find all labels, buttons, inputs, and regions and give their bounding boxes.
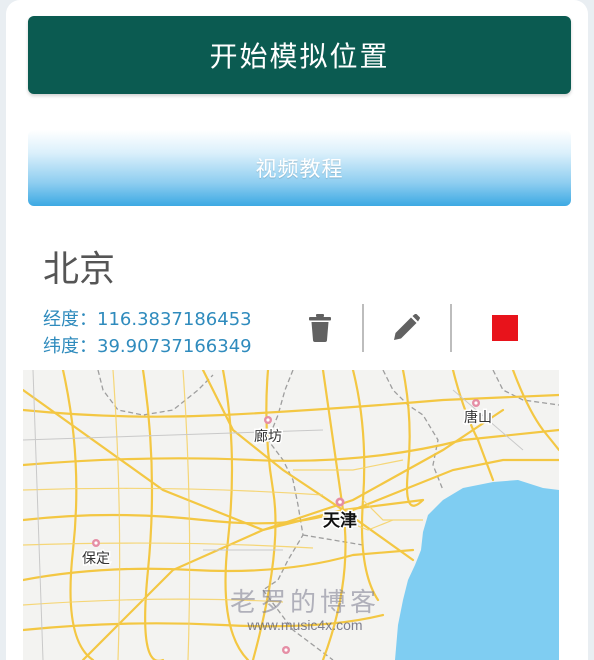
pencil-icon xyxy=(394,314,420,340)
latitude-row: 纬度：39.90737166349 xyxy=(43,333,252,360)
delete-button[interactable] xyxy=(292,302,348,354)
stop-button[interactable] xyxy=(477,302,533,354)
map-label-langfang: 廊坊 xyxy=(254,428,282,445)
map-label-tianjin: 天津 xyxy=(323,510,357,531)
trash-icon xyxy=(309,314,331,342)
stop-square-icon xyxy=(492,315,518,341)
longitude-row: 经度：116.3837186453 xyxy=(43,306,252,333)
action-divider xyxy=(362,304,364,352)
coordinates: 经度：116.3837186453 纬度：39.90737166349 xyxy=(43,306,252,360)
action-divider xyxy=(450,304,452,352)
latitude-label: 纬度： xyxy=(43,336,97,357)
longitude-label: 经度： xyxy=(43,309,97,330)
video-tutorial-button[interactable]: 视频教程 xyxy=(28,130,571,206)
map-label-baoding: 保定 xyxy=(82,551,110,567)
edit-button[interactable] xyxy=(378,302,434,354)
longitude-value: 116.3837186453 xyxy=(97,309,252,330)
map-label-tangshan: 唐山 xyxy=(464,409,492,426)
latitude-value: 39.90737166349 xyxy=(97,336,252,357)
map-view[interactable]: 廊坊 唐山 天津 保定 xyxy=(23,370,559,660)
location-name: 北京 xyxy=(43,249,116,290)
location-actions xyxy=(292,302,552,354)
start-simulation-button[interactable]: 开始模拟位置 xyxy=(28,16,571,94)
map-canvas: 廊坊 唐山 天津 保定 xyxy=(23,370,559,660)
